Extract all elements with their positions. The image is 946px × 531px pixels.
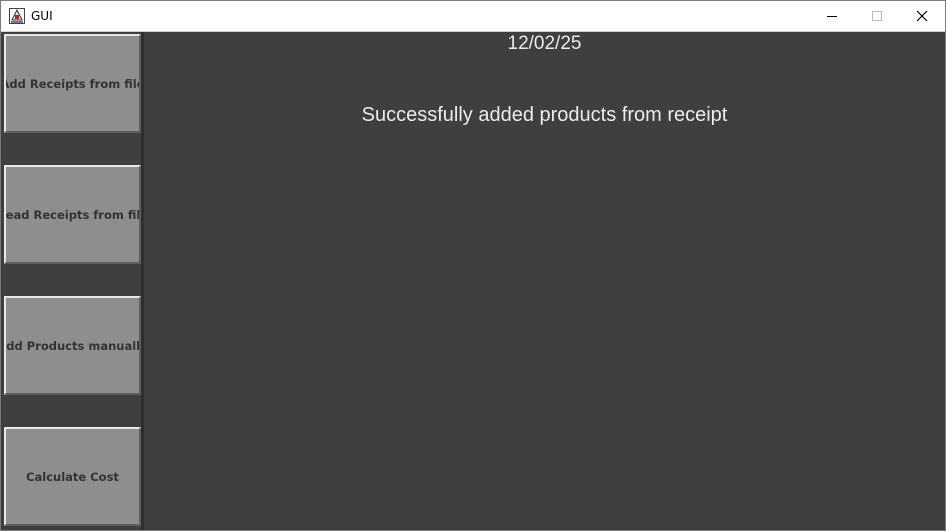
minimize-icon	[826, 7, 838, 26]
maximize-button[interactable]	[854, 1, 900, 31]
read-receipts-button[interactable]: Read Receipts from file	[4, 165, 141, 264]
main-panel: 12/02/25 Successfully added products fro…	[144, 32, 945, 530]
date-label: 12/02/25	[507, 33, 582, 54]
sidebar: Add Receipts from file Read Receipts fro…	[2, 32, 142, 530]
title-bar[interactable]: GUI	[1, 1, 945, 32]
close-icon	[916, 7, 928, 26]
window-title: GUI	[31, 9, 53, 23]
java-app-icon	[9, 8, 25, 24]
status-message: Successfully added products from receipt	[361, 104, 728, 126]
add-receipts-button[interactable]: Add Receipts from file	[4, 34, 141, 133]
maximize-icon	[871, 7, 883, 26]
app-window: GUI Add Receipts from file Read Receipts…	[0, 0, 946, 531]
add-products-button[interactable]: Add Products manually	[4, 296, 141, 395]
calculate-cost-button[interactable]: Calculate Cost	[4, 427, 141, 526]
minimize-button[interactable]	[809, 1, 855, 31]
close-button[interactable]	[899, 1, 945, 31]
